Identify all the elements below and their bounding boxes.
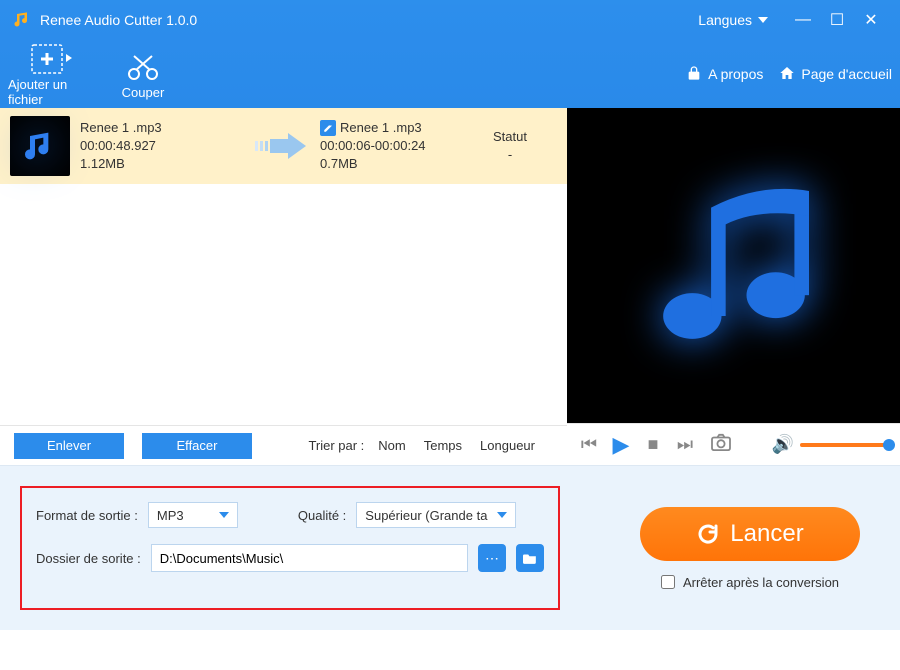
sort-by-name[interactable]: Nom — [378, 438, 405, 453]
edit-icon[interactable] — [320, 120, 336, 136]
home-label: Page d'accueil — [801, 66, 892, 82]
status-label: Statut — [470, 128, 550, 146]
sort-by-length[interactable]: Longueur — [480, 438, 535, 453]
play-button[interactable]: ▶ — [609, 432, 633, 458]
maximize-button[interactable]: ☐ — [820, 10, 854, 30]
sort-by-time[interactable]: Temps — [424, 438, 462, 453]
sort-label: Trier par : — [308, 438, 364, 453]
refresh-icon — [696, 522, 720, 546]
chevron-down-icon — [758, 17, 768, 23]
stop-after-input[interactable] — [661, 575, 675, 589]
prev-button[interactable]: ⏮ — [577, 434, 601, 455]
format-value: MP3 — [157, 508, 184, 523]
launch-label: Lancer — [730, 520, 803, 548]
add-file-button[interactable]: Ajouter un fichier — [8, 40, 98, 108]
home-link[interactable]: Page d'accueil — [779, 65, 892, 84]
volume-icon[interactable]: 🔊 — [772, 434, 794, 455]
quality-dropdown[interactable]: Supérieur (Grande ta — [356, 502, 516, 528]
app-title: Renee Audio Cutter 1.0.0 — [40, 12, 197, 28]
source-size: 1.12MB — [80, 155, 250, 173]
file-thumbnail — [10, 116, 70, 176]
stop-after-label: Arrêter après la conversion — [683, 575, 839, 590]
app-logo-icon — [12, 9, 32, 32]
clear-button[interactable]: Effacer — [142, 433, 252, 459]
volume-slider[interactable] — [800, 443, 890, 447]
quality-value: Supérieur (Grande ta — [365, 508, 487, 523]
output-settings: Format de sortie : MP3 Qualité : Supérie… — [20, 486, 560, 610]
add-file-label: Ajouter un fichier — [8, 77, 98, 107]
file-list: Renee 1 .mp3 00:00:48.927 1.12MB — [0, 108, 567, 425]
file-row[interactable]: Renee 1 .mp3 00:00:48.927 1.12MB — [0, 108, 567, 184]
scissors-icon — [126, 49, 160, 85]
dest-filename: Renee 1 .mp3 — [340, 119, 422, 137]
dest-range: 00:00:06-00:00:24 — [320, 137, 470, 155]
snapshot-button[interactable] — [705, 433, 737, 457]
remove-button[interactable]: Enlever — [14, 433, 124, 459]
chevron-down-icon — [219, 512, 229, 518]
preview-panel — [567, 108, 900, 423]
quality-label: Qualité : — [298, 508, 346, 523]
more-options-button[interactable]: ⋯ — [478, 544, 506, 572]
stop-button[interactable]: ■ — [641, 434, 665, 455]
source-duration: 00:00:48.927 — [80, 137, 250, 155]
format-dropdown[interactable]: MP3 — [148, 502, 238, 528]
arrow-icon — [250, 133, 320, 159]
language-label: Langues — [698, 12, 752, 28]
about-label: A propos — [708, 66, 763, 82]
language-dropdown[interactable]: Langues — [698, 12, 768, 28]
status-value: - — [470, 146, 550, 164]
lock-icon — [686, 65, 702, 84]
cut-label: Couper — [122, 85, 165, 100]
close-button[interactable]: ✕ — [854, 10, 888, 30]
launch-button[interactable]: Lancer — [640, 507, 860, 561]
home-icon — [779, 65, 795, 84]
folder-label: Dossier de sorite : — [36, 551, 141, 566]
format-label: Format de sortie : — [36, 508, 138, 523]
dest-size: 0.7MB — [320, 155, 470, 173]
next-button[interactable]: ⏭ — [673, 434, 697, 455]
about-link[interactable]: A propos — [686, 65, 763, 84]
add-file-icon — [31, 41, 75, 77]
chevron-down-icon — [497, 512, 507, 518]
output-folder-input[interactable] — [151, 544, 468, 572]
source-filename: Renee 1 .mp3 — [80, 119, 250, 137]
cut-button[interactable]: Couper — [98, 40, 188, 108]
stop-after-checkbox[interactable]: Arrêter après la conversion — [661, 575, 839, 590]
minimize-button[interactable]: — — [786, 11, 820, 29]
browse-folder-button[interactable] — [516, 544, 544, 572]
